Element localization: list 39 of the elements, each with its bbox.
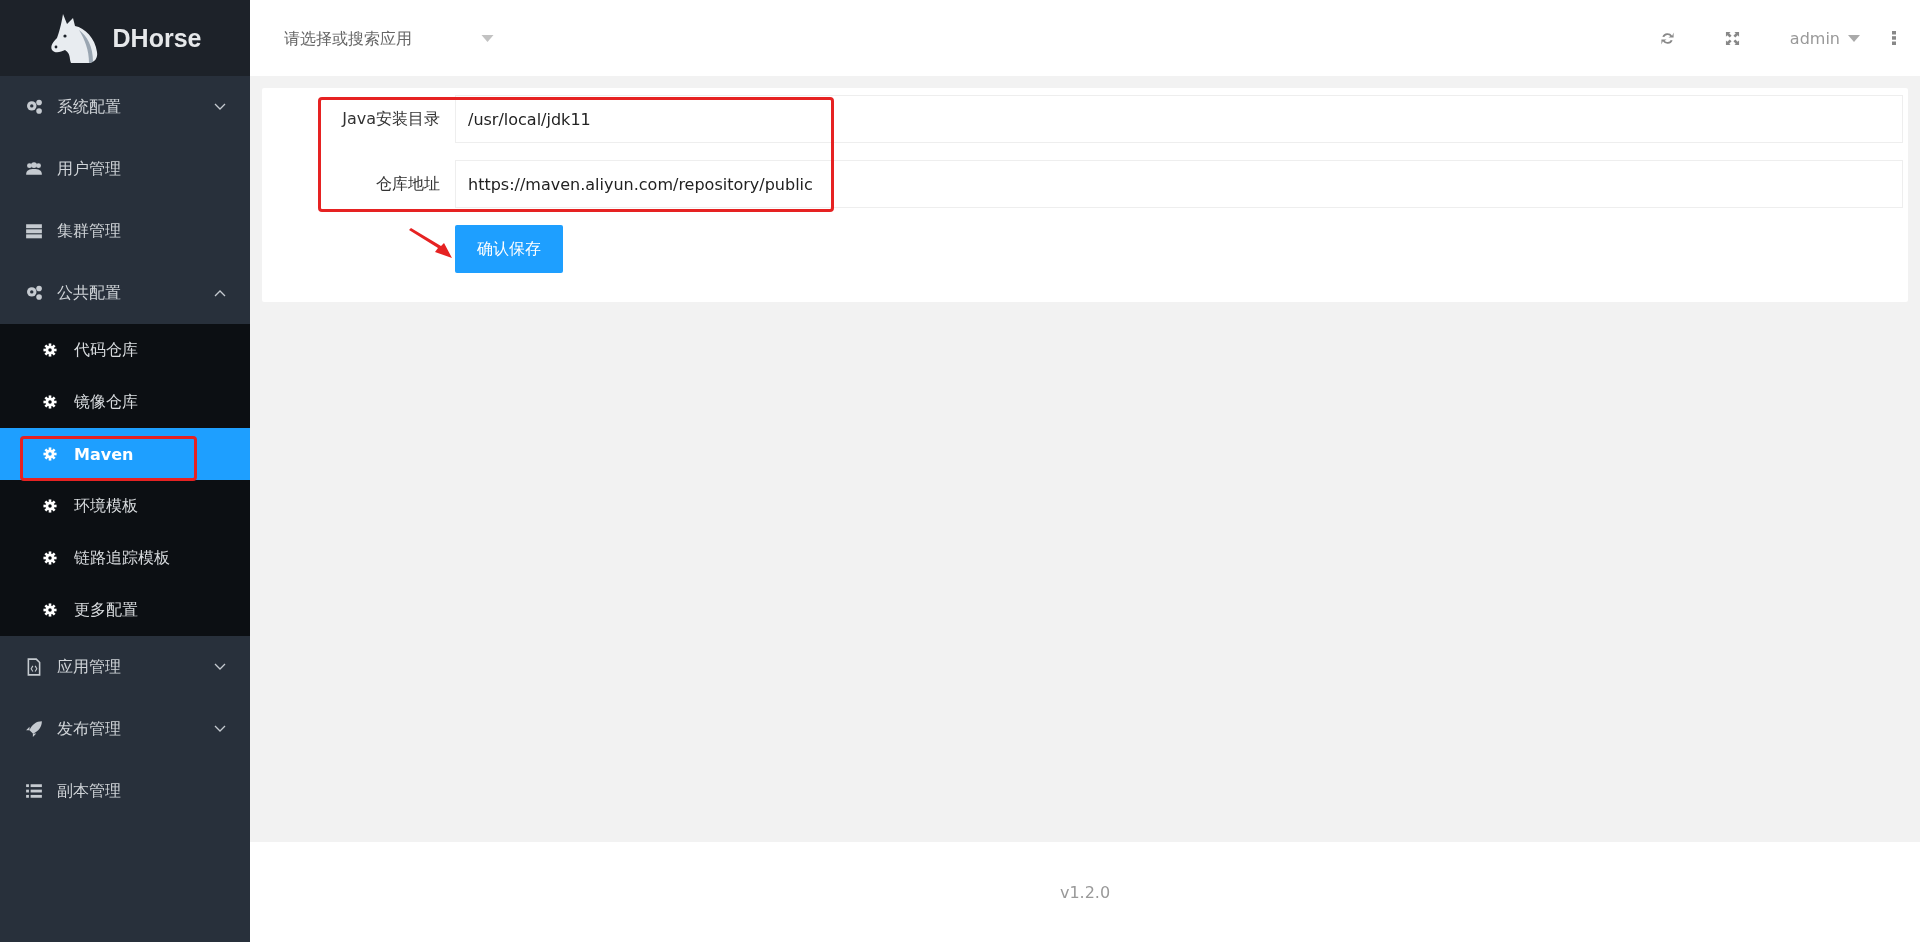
fullscreen-icon[interactable]: [1724, 30, 1740, 46]
menu-item[interactable]: 用户管理: [0, 138, 250, 200]
server-icon: [25, 222, 43, 240]
caret-icon: [1848, 34, 1860, 42]
horse-logo-icon: [48, 12, 99, 64]
menu-item[interactable]: 公共配置: [0, 262, 250, 324]
caret-icon: [481, 34, 494, 42]
more-icon[interactable]: [1892, 31, 1896, 45]
menu-item[interactable]: 发布管理: [0, 698, 250, 760]
code-icon: [25, 658, 43, 676]
app-title: DHorse: [112, 23, 202, 53]
field-label: 仓库地址: [375, 173, 441, 195]
gear-icon: [43, 343, 57, 357]
field-label: Java安装目录: [340, 108, 441, 130]
submenu-item[interactable]: 环境模板: [0, 480, 250, 532]
version-text: v1.2.0: [1059, 882, 1111, 902]
menu-item[interactable]: 应用管理: [0, 636, 250, 698]
rocket-icon: [25, 720, 43, 738]
menu-item[interactable]: 副本管理: [0, 760, 250, 822]
menu-item[interactable]: 集群管理: [0, 200, 250, 262]
list-icon: [25, 782, 43, 800]
gear-icon: [43, 499, 57, 513]
gear-icon: [43, 447, 57, 461]
gear-icon: [43, 603, 57, 617]
gears-icon: [25, 284, 43, 302]
input-field[interactable]: https://maven.aliyun.com/repository/public: [455, 160, 1903, 208]
gear-icon: [43, 395, 57, 409]
menu-item[interactable]: 系统配置: [0, 76, 250, 138]
submenu-item[interactable]: 代码仓库: [0, 324, 250, 376]
app-select[interactable]: 请选择或搜索应用: [282, 27, 494, 49]
users-icon: [25, 160, 43, 178]
submenu-item[interactable]: 更多配置: [0, 584, 250, 636]
input-field[interactable]: /usr/local/jdk11: [455, 95, 1903, 143]
refresh-icon[interactable]: [1659, 30, 1675, 46]
gear-icon: [43, 551, 57, 565]
gears-icon: [25, 98, 43, 116]
pointer-arrow: [408, 228, 454, 260]
submenu-item[interactable]: 镜像仓库: [0, 376, 250, 428]
submenu-item[interactable]: 链路追踪模板: [0, 532, 250, 584]
